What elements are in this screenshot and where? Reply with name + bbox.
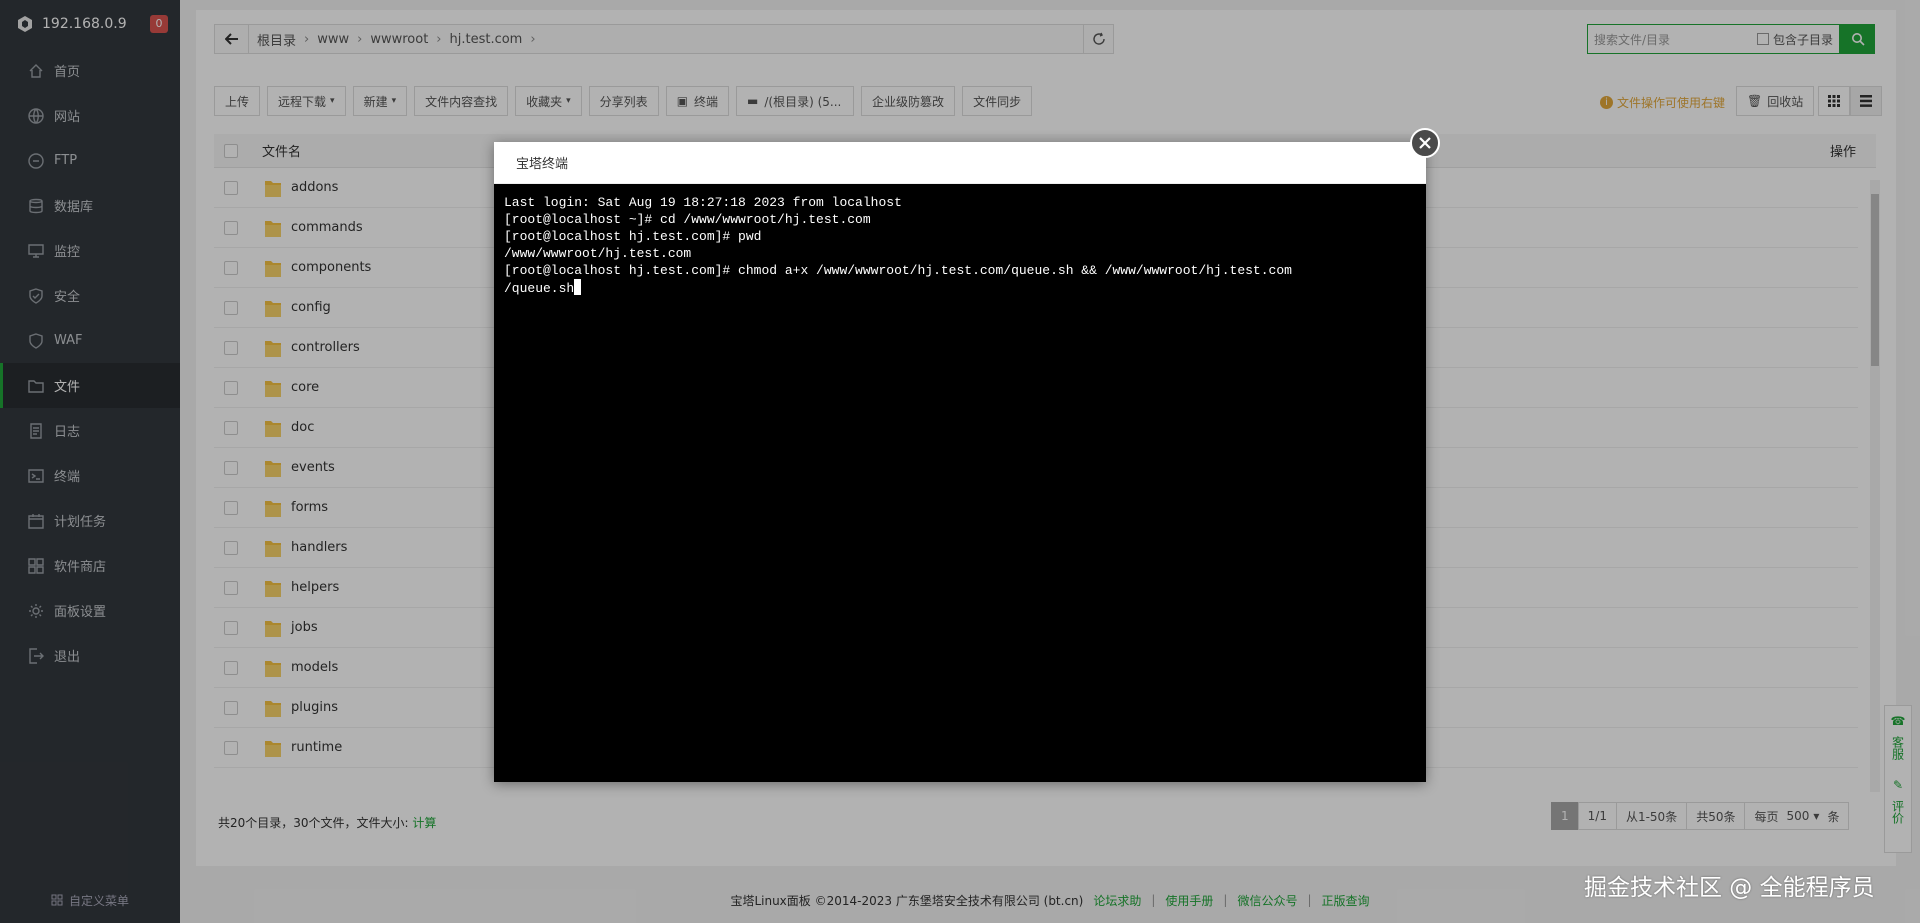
- modal-title: 宝塔终端: [494, 142, 1426, 184]
- terminal-line-text: Last login: Sat Aug 19 18:27:18 2023 fro…: [504, 195, 902, 210]
- terminal-line: /www/wwwroot/hj.test.com: [504, 245, 1416, 262]
- watermark: 掘金技术社区 @ 全能程序员: [1584, 875, 1875, 901]
- terminal-cursor: [574, 279, 582, 295]
- terminal-line-text: [root@localhost ~]# cd /www/wwwroot/hj.t…: [504, 212, 871, 227]
- close-button[interactable]: [1410, 128, 1440, 158]
- terminal-line-text: /queue.sh: [504, 281, 575, 296]
- terminal-line-text: [root@localhost hj.test.com]# pwd: [504, 229, 762, 244]
- terminal-line-text: /www/wwwroot/hj.test.com: [504, 246, 692, 261]
- terminal-line-text: [root@localhost hj.test.com]# chmod a+x …: [504, 263, 1292, 278]
- terminal-output[interactable]: Last login: Sat Aug 19 18:27:18 2023 fro…: [494, 184, 1426, 307]
- terminal-line: [root@localhost ~]# cd /www/wwwroot/hj.t…: [504, 211, 1416, 228]
- terminal-line: [root@localhost hj.test.com]# chmod a+x …: [504, 262, 1416, 279]
- terminal-line: /queue.sh: [504, 279, 1416, 297]
- close-icon: [1419, 137, 1431, 149]
- terminal-line: Last login: Sat Aug 19 18:27:18 2023 fro…: [504, 194, 1416, 211]
- terminal-line: [root@localhost hj.test.com]# pwd: [504, 228, 1416, 245]
- terminal-modal: 宝塔终端 Last login: Sat Aug 19 18:27:18 202…: [494, 128, 1440, 782]
